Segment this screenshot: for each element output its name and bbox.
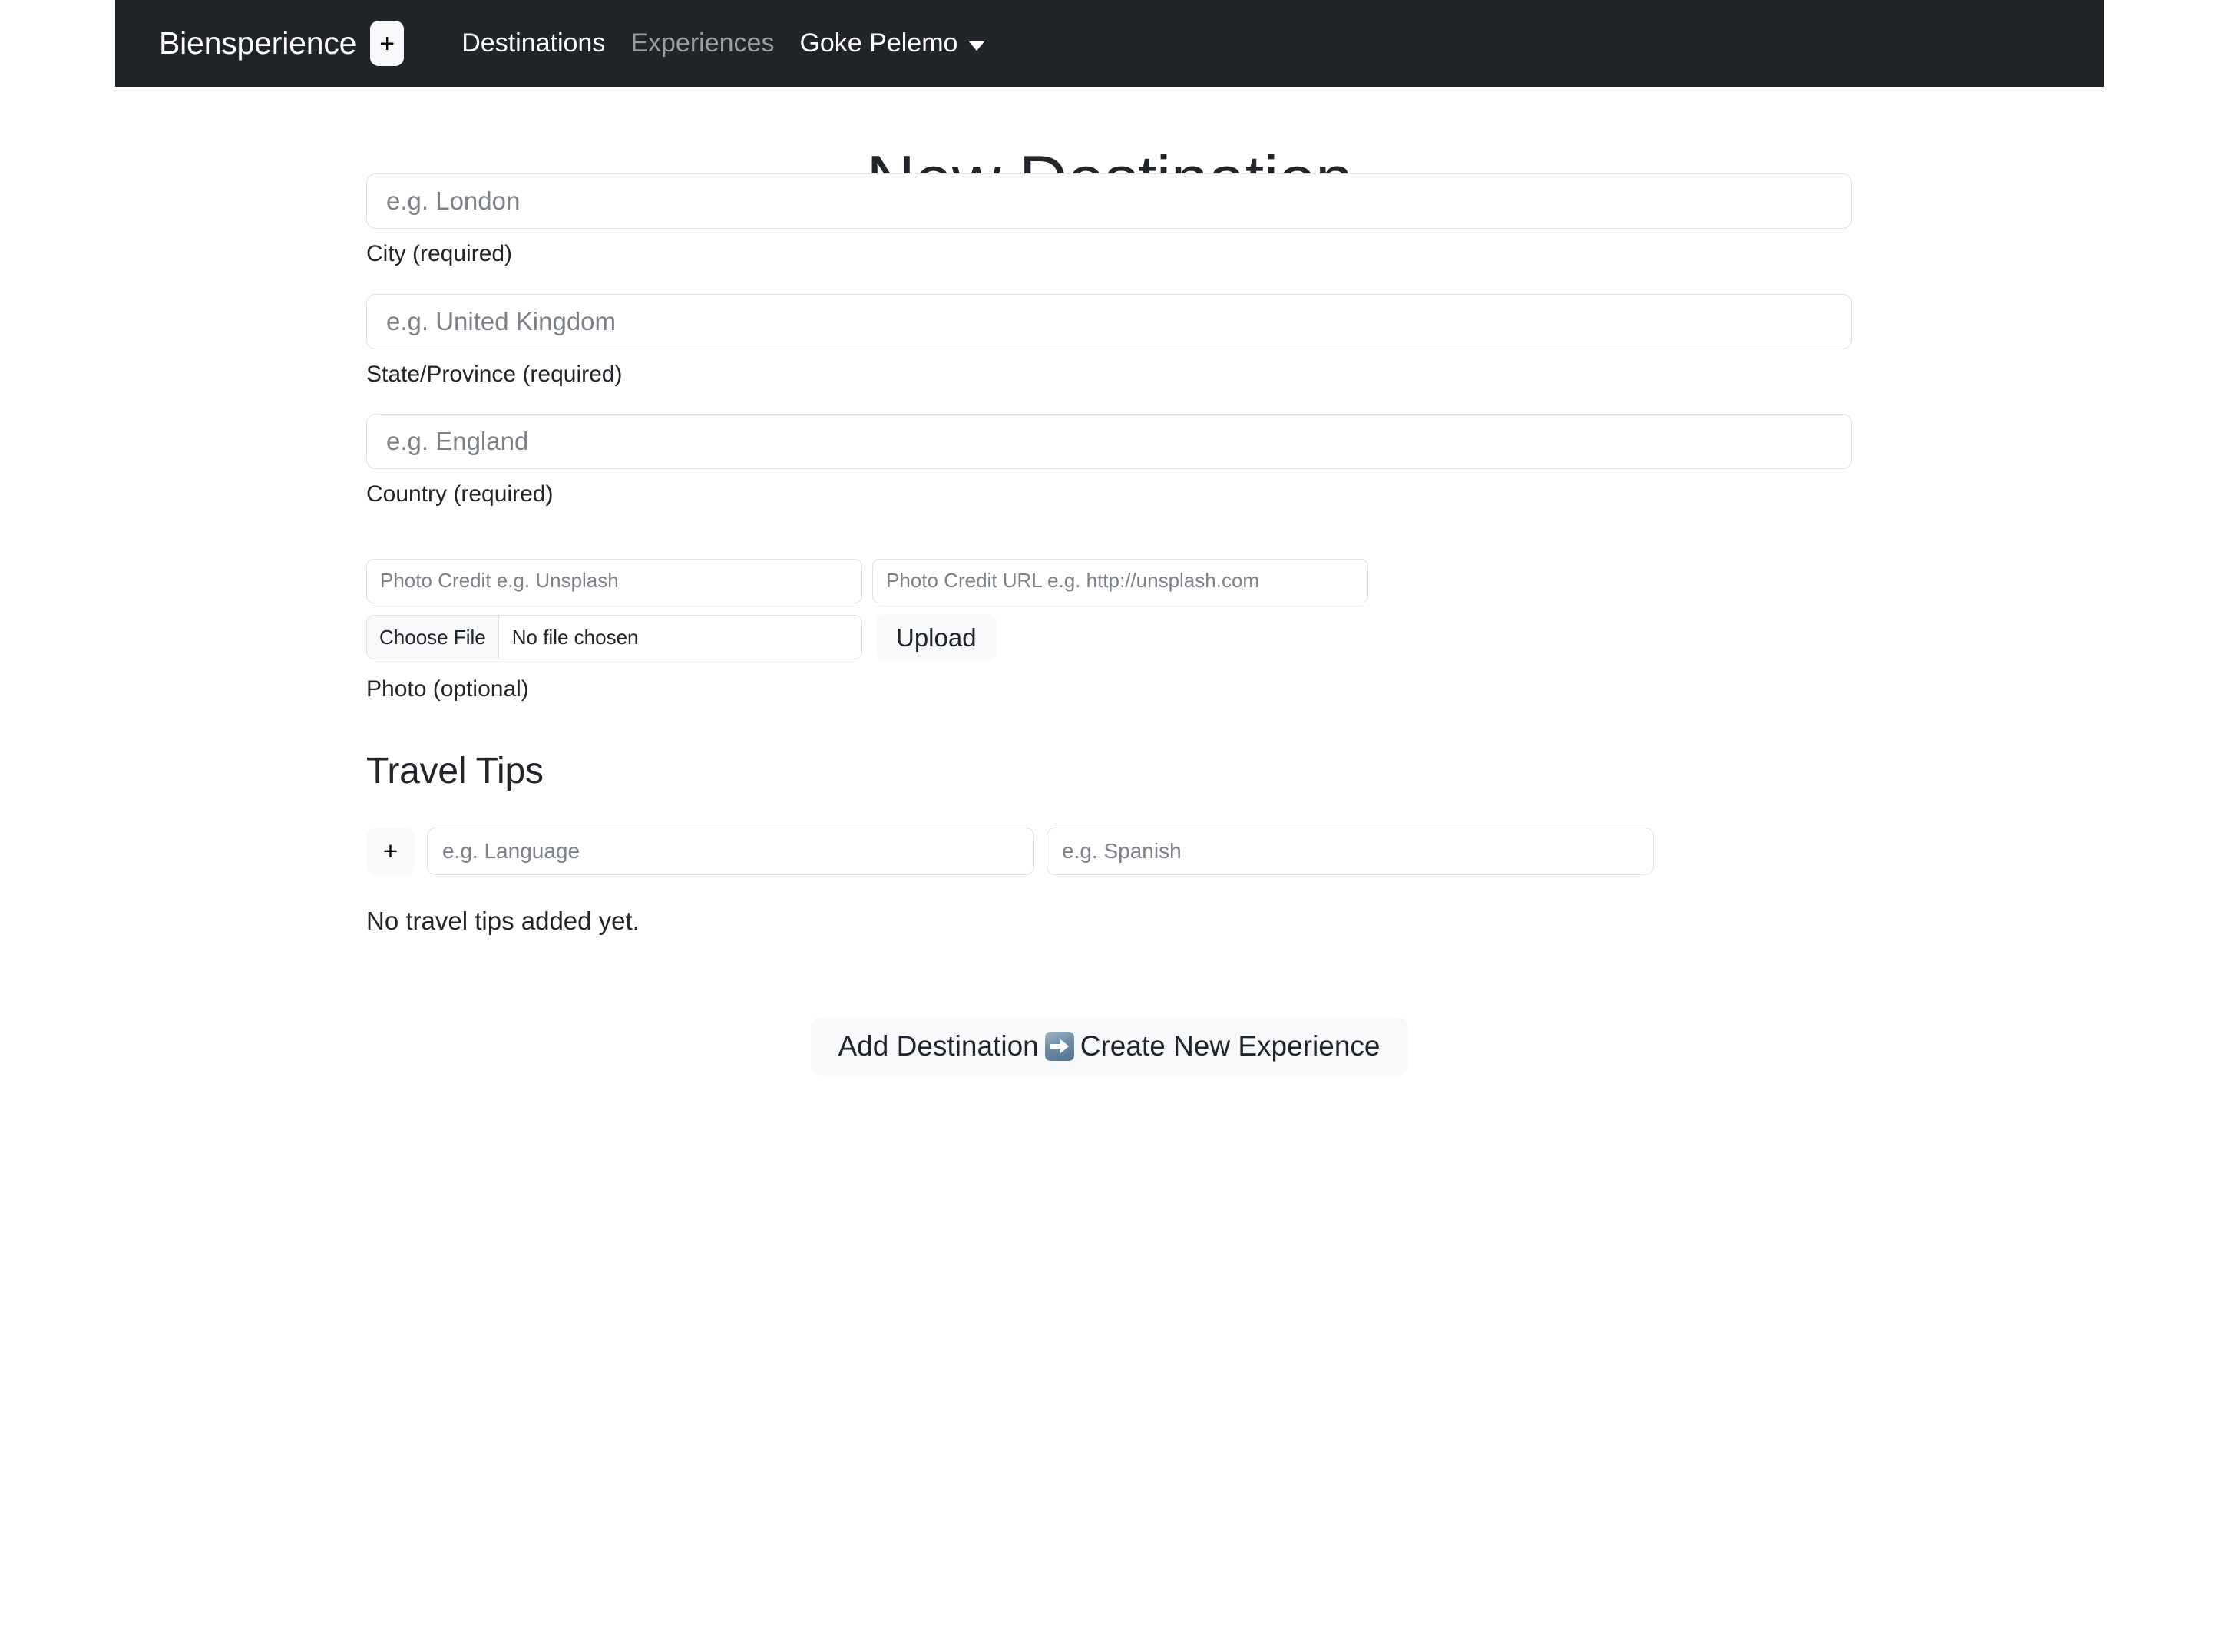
city-field-group: City (required) <box>366 173 1852 269</box>
country-field-group: Country (required) <box>366 414 1852 509</box>
submit-row: Add Destination Create New Experience <box>366 1016 1852 1076</box>
top-navbar: Biensperience + Destinations Experiences… <box>115 0 2104 87</box>
travel-tip-value-input[interactable] <box>1047 828 1654 876</box>
right-arrow-emoji-icon <box>1044 1031 1074 1061</box>
brand-group: Biensperience + <box>159 21 405 66</box>
photo-credit-url-input[interactable] <box>872 558 1368 603</box>
add-new-button[interactable]: + <box>370 21 405 66</box>
country-input[interactable] <box>366 414 1852 469</box>
photo-credit-row <box>366 558 1852 603</box>
travel-tip-key-input[interactable] <box>427 828 1034 876</box>
nav-item-experiences[interactable]: Experiences <box>630 28 799 58</box>
state-province-label: State/Province (required) <box>366 361 623 387</box>
submit-text-before: Add Destination <box>838 1029 1039 1062</box>
plus-icon: + <box>382 837 398 866</box>
photo-file-row: Choose File No file chosen Upload <box>366 613 1852 661</box>
state-province-input[interactable] <box>366 293 1852 349</box>
country-label: Country (required) <box>366 481 554 507</box>
city-label: City (required) <box>366 241 513 266</box>
brand-title[interactable]: Biensperience <box>159 25 356 61</box>
add-destination-submit-button[interactable]: Add Destination Create New Experience <box>810 1016 1408 1076</box>
file-status-text: No file chosen <box>511 625 639 649</box>
page-root: Biensperience + Destinations Experiences… <box>0 0 2219 1652</box>
user-menu-dropdown[interactable]: Goke Pelemo <box>799 28 986 58</box>
state-field-group: State/Province (required) <box>366 293 1852 389</box>
travel-tips-heading: Travel Tips <box>366 750 544 791</box>
nav-links: Destinations Experiences Goke Pelemo <box>461 28 986 58</box>
choose-file-button[interactable]: Choose File <box>367 616 499 659</box>
plus-icon: + <box>379 28 395 58</box>
new-destination-form: City (required) State/Province (required… <box>366 173 1852 1076</box>
user-menu-label: Goke Pelemo <box>799 28 958 58</box>
city-input[interactable] <box>366 173 1852 229</box>
add-travel-tip-button[interactable]: + <box>366 827 415 876</box>
photo-credit-input[interactable] <box>366 558 862 603</box>
file-input-shell[interactable]: Choose File No file chosen <box>366 615 862 660</box>
upload-button[interactable]: Upload <box>876 613 997 661</box>
travel-tip-entry-row: + <box>366 827 1852 876</box>
nav-item-destinations[interactable]: Destinations <box>461 28 630 58</box>
photo-label: Photo (optional) <box>366 676 529 702</box>
submit-text-after: Create New Experience <box>1080 1029 1381 1062</box>
chevron-down-icon <box>968 41 986 51</box>
no-travel-tips-message: No travel tips added yet. <box>366 906 640 935</box>
